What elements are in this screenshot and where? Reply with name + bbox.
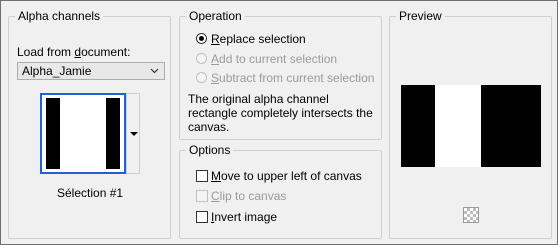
- subtract-from-selection-radio[interactable]: [196, 72, 207, 83]
- thumbnail-dropdown-button[interactable]: [126, 93, 140, 174]
- transparency-checker-icon[interactable]: [463, 207, 479, 223]
- add-to-selection-label[interactable]: Add to current selection: [211, 51, 337, 67]
- thumbnail-image: [46, 98, 120, 169]
- alpha-channels-title: Alpha channels: [15, 8, 104, 24]
- invert-image-checkbox[interactable]: [196, 211, 208, 223]
- preview-title: Preview: [396, 8, 445, 24]
- options-title: Options: [186, 142, 234, 158]
- clip-to-canvas-label[interactable]: Clip to canvas: [211, 188, 286, 204]
- invert-image-label[interactable]: Invert image: [211, 209, 277, 225]
- clip-to-canvas-checkbox[interactable]: [196, 190, 208, 202]
- chevron-down-icon: [150, 68, 159, 74]
- operation-title: Operation: [186, 8, 245, 24]
- replace-selection-label[interactable]: Replace selection: [211, 31, 306, 47]
- add-to-selection-radio[interactable]: [196, 53, 207, 64]
- load-from-document-label: Load from document:: [17, 45, 131, 59]
- subtract-from-selection-label[interactable]: Subtract from current selection: [211, 70, 374, 86]
- dropdown-arrow-icon: [130, 132, 138, 136]
- document-select[interactable]: Alpha_Jamie: [17, 62, 165, 80]
- selection-name-label: Sélection #1: [57, 186, 124, 200]
- alpha-channel-thumbnail[interactable]: [40, 93, 126, 174]
- preview-image: [401, 85, 541, 167]
- document-select-value: Alpha_Jamie: [22, 64, 92, 78]
- replace-selection-radio[interactable]: [196, 33, 207, 44]
- move-to-upper-left-label[interactable]: Move to upper left of canvas: [211, 168, 362, 184]
- move-to-upper-left-checkbox[interactable]: [196, 170, 208, 182]
- operation-info-text: The original alpha channel rectangle com…: [188, 92, 373, 134]
